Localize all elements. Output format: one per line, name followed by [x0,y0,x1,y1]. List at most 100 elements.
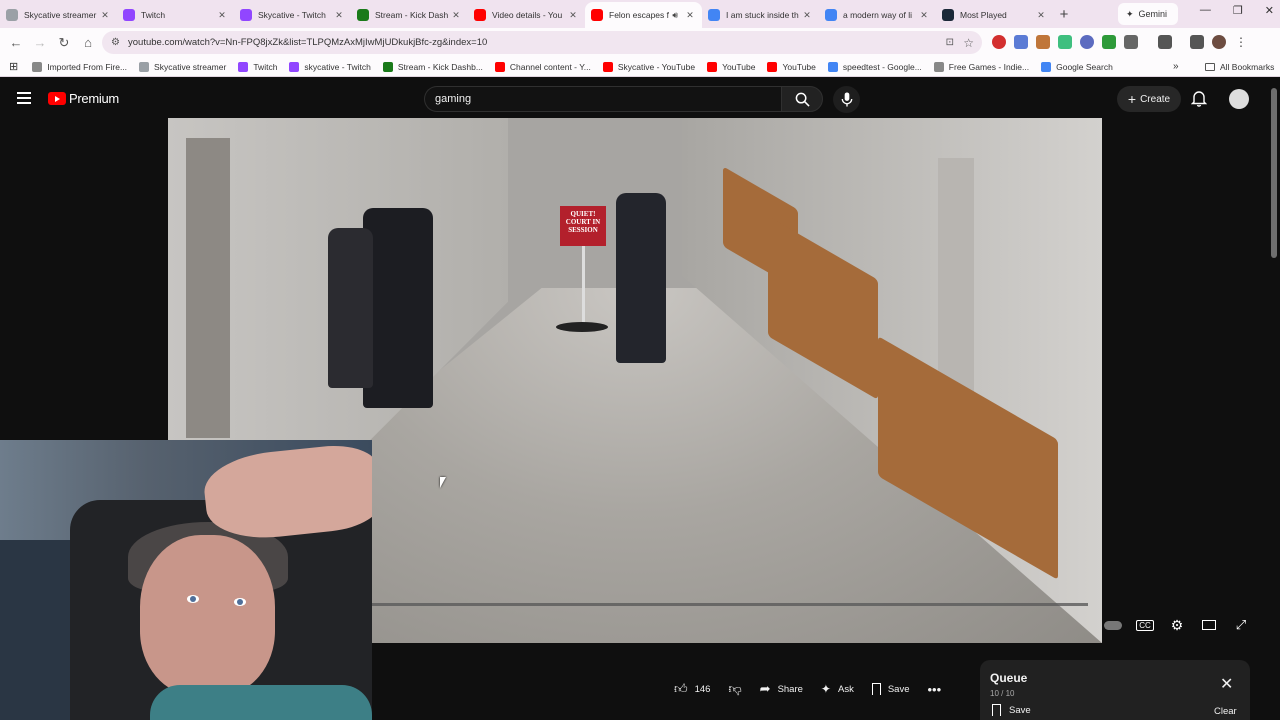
share-button[interactable]: ➦ Share [754,678,809,700]
tab-close-icon[interactable]: ✕ [801,10,813,21]
bookmark-item[interactable]: Channel content - Y... [494,61,591,72]
bookmark-favicon-icon [827,61,838,72]
browser-tab[interactable]: Stream - Kick Dash ✕ [351,2,468,28]
browser-tab[interactable]: Skycative - Twitch ✕ [234,2,351,28]
more-actions-button[interactable]: ••• [921,678,947,700]
save-button[interactable]: Save [866,678,916,700]
bookmark-favicon-icon [1041,61,1052,72]
extension-color-icon[interactable] [1036,35,1050,49]
tab-close-icon[interactable]: ✕ [333,10,345,21]
bookmark-item[interactable]: Twitch [238,61,278,72]
autoplay-toggle[interactable] [1104,616,1122,634]
search-button[interactable] [781,86,823,112]
bookmark-item[interactable]: skycative - Twitch [289,61,371,72]
address-bar[interactable]: ⚙ youtube.com/watch?v=Nn-FPQ8jxZk&list=T… [102,31,982,54]
webcam-right-eye [234,598,246,606]
extension-green-icon[interactable] [1058,35,1072,49]
reload-icon[interactable]: ↻ [52,35,76,51]
download-icon[interactable] [1102,35,1116,49]
back-icon[interactable]: ← [4,35,28,50]
browser-tab[interactable]: Most Played ✕ [936,2,1053,28]
extension-red-icon[interactable] [992,35,1006,49]
tab-close-icon[interactable]: ✕ [99,10,111,21]
forward-icon[interactable]: → [28,35,52,50]
page-scrollbar[interactable] [1271,88,1277,258]
hamburger-menu-icon[interactable] [17,92,31,107]
globe-icon [6,9,18,21]
site-info-icon[interactable]: ⚙ [111,37,120,48]
browser-tab[interactable]: Twitch ✕ [117,2,234,28]
tab-close-icon[interactable]: ✕ [1035,10,1047,21]
extension-blue-icon[interactable] [1080,35,1094,49]
install-icon[interactable]: ⊡ [946,37,954,48]
video-frame-quiet-sign: QUIET! COURT IN SESSION [560,206,606,246]
speaker-icon[interactable]: 🔊︎ [672,10,678,21]
kick-icon [357,9,369,21]
tab-close-icon[interactable]: ✕ [450,10,462,21]
bookmark-item[interactable]: YouTube [707,61,755,72]
all-bookmarks[interactable]: All Bookmarks [1205,62,1274,72]
dislike-button[interactable]: 👎︎ [722,678,747,700]
google-icon [708,9,720,21]
miniplayer-button[interactable] [1200,616,1218,634]
tab-close-icon[interactable]: ✕ [684,10,696,21]
captions-button[interactable]: CC [1136,616,1154,634]
split-view-icon[interactable] [1158,35,1172,49]
profile-avatar[interactable] [1212,35,1226,49]
kebab-menu-icon[interactable]: ⋮ [1234,35,1248,49]
close-window-icon[interactable]: ✕ [1265,4,1274,17]
browser-tab[interactable]: Skycative streamer ✕ [0,2,117,28]
tab-close-icon[interactable]: ✕ [567,10,579,21]
url-text[interactable]: youtube.com/watch?v=Nn-FPQ8jxZk&list=TLP… [128,37,487,48]
voice-search-button[interactable] [833,86,860,113]
tab-close-icon[interactable]: ✕ [216,10,228,21]
restore-icon[interactable]: ❐ [1233,4,1243,17]
menu-list-icon[interactable] [1190,35,1204,49]
notifications-button[interactable] [1190,90,1208,112]
bookmark-item[interactable]: YouTube [767,61,816,72]
bookmark-item[interactable]: Free Games - Indie... [933,61,1029,72]
queue-clear-button[interactable]: Clear [1214,706,1237,717]
bookmark-item[interactable]: Skycative streamer [139,61,226,72]
tab-close-icon[interactable]: ✕ [918,10,930,21]
queue-save-button[interactable]: Save [992,704,1031,716]
bookmark-star-icon[interactable]: ☆ [963,36,974,50]
fullscreen-button[interactable]: ⤢ [1232,616,1250,634]
bookmark-item[interactable]: Google Search [1041,61,1113,72]
minimize-icon[interactable]: — [1200,4,1211,17]
bookmark-item[interactable]: Skycative - YouTube [602,61,695,72]
search-input[interactable]: gaming [424,86,782,112]
account-avatar[interactable] [1229,89,1249,109]
settings-button[interactable]: ⚙ [1168,616,1186,634]
video-frame-sign-base [556,322,608,332]
bookmarks-overflow-icon[interactable]: » [1173,61,1179,72]
bookmark-label: skycative - Twitch [304,61,371,72]
bookmark-favicon-icon [382,61,393,72]
twitch-icon [123,9,135,21]
ask-button[interactable]: ✦ Ask [815,678,860,700]
bookmark-item[interactable]: Imported From Fire... [32,61,127,72]
create-button[interactable]: + Create [1117,86,1181,112]
video-progress-bar[interactable] [368,603,1088,606]
extension-translate-icon[interactable] [1014,35,1028,49]
gemini-button[interactable]: ✦ Gemini [1118,3,1178,25]
browser-tab[interactable]: Video details - You ✕ [468,2,585,28]
like-button[interactable]: 👍︎ 146 [668,678,716,700]
browser-tab[interactable]: I am stuck inside th ✕ [702,2,819,28]
browser-tab[interactable]: a modern way of li ✕ [819,2,936,28]
youtube-logo-text: Premium [69,91,119,106]
tab-label: Twitch [141,10,166,20]
youtube-logo[interactable]: Premium [48,91,119,106]
puzzle-icon[interactable] [1124,35,1138,49]
home-icon[interactable]: ⌂ [76,35,100,50]
thumbs-up-icon: 👍︎ [674,681,688,696]
bookmark-label: Stream - Kick Dashb... [397,61,483,72]
youtube-icon [474,9,486,21]
apps-grid-icon[interactable]: ⊞ [9,60,18,73]
bookmark-item[interactable]: Stream - Kick Dashb... [382,61,483,72]
close-icon[interactable]: ✕ [1220,674,1233,694]
bookmark-item[interactable]: speedtest - Google... [827,61,922,72]
new-tab-button[interactable]: + [1053,2,1075,28]
bookmark-label: Twitch [253,61,278,72]
browser-tab[interactable]: Felon escapes f 🔊︎ ✕ [585,2,702,28]
